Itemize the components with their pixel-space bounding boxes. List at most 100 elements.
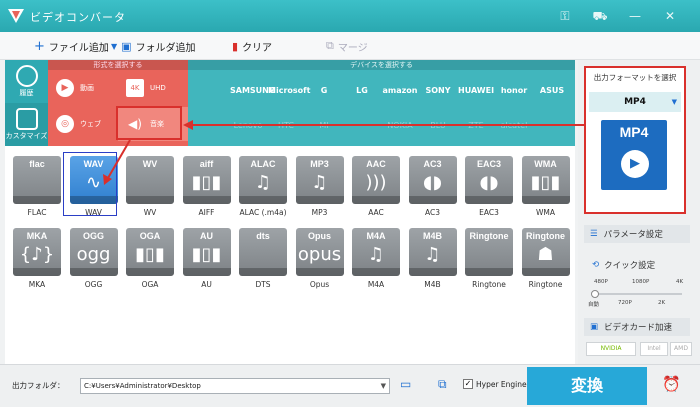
device-brand-row2-5[interactable] xyxy=(344,108,380,144)
device-brand-6[interactable]: amazon xyxy=(382,73,418,109)
format-icon: AU ▮▯▮ xyxy=(182,228,231,276)
format-badge: M4B xyxy=(422,231,442,241)
folder-icon[interactable]: ▭ xyxy=(400,377,411,391)
open-output-icon[interactable]: ⧉ xyxy=(438,377,447,392)
window-title: ビデオコンバータ xyxy=(30,11,126,24)
device-brand-row2-9[interactable]: alcatel xyxy=(496,108,532,144)
format-icon-footer xyxy=(408,268,457,276)
device-brand-row2-10[interactable] xyxy=(534,108,570,144)
hyper-engine-label: Hyper Engine xyxy=(476,380,527,389)
format-badge: WMA xyxy=(534,159,557,169)
format-badge: OGG xyxy=(82,231,104,241)
key-icon[interactable]: ⚿ xyxy=(555,6,575,26)
format-icon-footer xyxy=(465,196,513,204)
add-file-button[interactable]: + ファイル追加 xyxy=(34,37,109,55)
format-symbol: ◖◗ xyxy=(423,172,442,193)
merge-button[interactable]: ⧉ マージ xyxy=(326,37,368,55)
chrome-icon: ◎ xyxy=(56,115,74,133)
format-symbol: ▮▯▮ xyxy=(135,244,165,265)
device-brand-10[interactable]: ASUS xyxy=(534,73,570,109)
device-brand-row2-4[interactable]: MI xyxy=(306,108,342,144)
format-symbol: opus xyxy=(297,244,342,265)
history-tab[interactable]: 履歴 xyxy=(5,60,48,103)
format-badge: OGA xyxy=(139,231,161,241)
format-symbol: ☗ xyxy=(537,244,554,265)
format-icon-footer xyxy=(126,196,174,204)
convert-button[interactable]: 変換 xyxy=(527,367,647,405)
alarm-clock-icon[interactable]: ⏰ xyxy=(662,375,681,393)
arrow-icon: ⟲ xyxy=(592,260,600,270)
format-symbol: ♫ xyxy=(311,172,328,193)
intel-badge[interactable]: Intel xyxy=(640,342,668,356)
device-brand-row2-6[interactable]: NOKIA xyxy=(382,108,418,144)
chevron-down-icon[interactable]: ▼ xyxy=(381,379,386,393)
format-icon: EAC3 ◖◗ xyxy=(465,156,513,204)
format-badge: Opus xyxy=(307,231,331,241)
format-icon: Opus opus xyxy=(295,228,344,276)
device-brand-1[interactable] xyxy=(192,73,228,109)
format-icon: AC3 ◖◗ xyxy=(408,156,457,204)
customize-tab[interactable]: カスタマイズ xyxy=(5,103,48,146)
device-brand-row2-2[interactable]: Lenovo xyxy=(230,108,266,144)
format-icon: ALAC ♫ xyxy=(239,156,287,204)
device-brand-9[interactable]: honor xyxy=(496,73,532,109)
device-brand-7[interactable]: SONY xyxy=(420,73,456,109)
dropdown-icon[interactable]: ▼ xyxy=(111,42,117,51)
format-symbol: ♫ xyxy=(254,172,272,193)
gpu-acceleration-label: ▣ ビデオカード加速 xyxy=(584,318,690,336)
format-icon: WMA ▮▯▮ xyxy=(521,156,570,204)
format-badge: dts xyxy=(256,231,270,241)
amd-badge[interactable]: AMD xyxy=(670,342,692,356)
device-brand-2[interactable]: SAMSUNG xyxy=(230,73,275,109)
format-ringtone[interactable]: Ringtone ☗ Ringtone xyxy=(516,222,576,292)
quality-slider[interactable] xyxy=(591,290,682,298)
add-folder-button[interactable]: ▼ ▣ フォルダ追加 xyxy=(111,37,196,55)
format-wma[interactable]: WMA ▮▯▮ WMA xyxy=(516,150,576,220)
trash-icon: ▮ xyxy=(232,39,239,53)
output-format-select[interactable]: MP4 ▼ xyxy=(589,92,681,112)
uhd-category[interactable]: 4K UHD xyxy=(118,71,188,105)
format-icon: MKA {♪} xyxy=(13,228,61,276)
device-brand-row2-7[interactable]: BLU xyxy=(420,108,456,144)
format-symbol: ▮▯▮ xyxy=(191,172,222,193)
web-category[interactable]: ◎ ウェブ xyxy=(48,107,118,141)
format-badge: Ringtone xyxy=(526,231,565,241)
format-icon-footer xyxy=(295,268,344,276)
device-panel-header: デバイスを選択する xyxy=(188,60,575,70)
device-brand-5[interactable]: LG xyxy=(344,73,380,109)
parameter-settings-button[interactable]: ☰ パラメータ設定 xyxy=(584,225,690,243)
slider-handle[interactable] xyxy=(591,290,599,298)
play-icon: ▶ xyxy=(621,150,649,178)
minimize-icon[interactable]: — xyxy=(625,6,645,26)
bottom-bar: 出力フォルダ： C:¥Users¥Administrator¥Desktop ▼ … xyxy=(0,364,700,407)
format-icon-footer xyxy=(239,268,287,276)
video-category[interactable]: ▶ 動画 xyxy=(48,71,118,105)
format-icon-footer xyxy=(521,268,570,276)
music-highlight-frame xyxy=(116,106,182,140)
device-brand-3[interactable]: Microsoft xyxy=(268,73,310,109)
hyper-engine-checkbox[interactable]: ✓ xyxy=(463,379,473,389)
format-label: Ringtone xyxy=(528,280,563,289)
output-format-box[interactable]: 出力フォーマットを選択 MP4 ▼ MP4 ▶ xyxy=(584,66,686,214)
gear-icon xyxy=(15,108,38,130)
device-brand-row2-8[interactable]: ZTE xyxy=(458,108,494,144)
close-icon[interactable]: ✕ xyxy=(660,6,680,26)
clear-button[interactable]: ▮ クリア xyxy=(232,37,272,55)
device-brand-4[interactable]: G xyxy=(306,73,342,109)
format-icon-footer xyxy=(352,268,400,276)
device-brand-8[interactable]: HUAWEI xyxy=(458,73,494,109)
format-badge: WV xyxy=(142,159,158,169)
nvidia-badge[interactable]: NVIDIA xyxy=(586,342,636,356)
format-symbol: ))) xyxy=(365,172,387,193)
format-badge: AC3 xyxy=(423,159,442,169)
format-symbol: ♫ xyxy=(367,244,385,265)
format-badge: MP3 xyxy=(310,159,329,169)
format-icon-footer xyxy=(465,268,513,276)
format-icon: OGG ogg xyxy=(69,228,118,276)
format-badge: AU xyxy=(200,231,213,241)
format-icon: dts xyxy=(239,228,287,276)
output-folder-input[interactable]: C:¥Users¥Administrator¥Desktop ▼ xyxy=(80,378,390,394)
device-brand-row2-1[interactable] xyxy=(192,108,228,144)
device-brand-row2-3[interactable]: HTC xyxy=(268,108,304,144)
cart-icon[interactable]: ⛟ xyxy=(590,6,610,26)
